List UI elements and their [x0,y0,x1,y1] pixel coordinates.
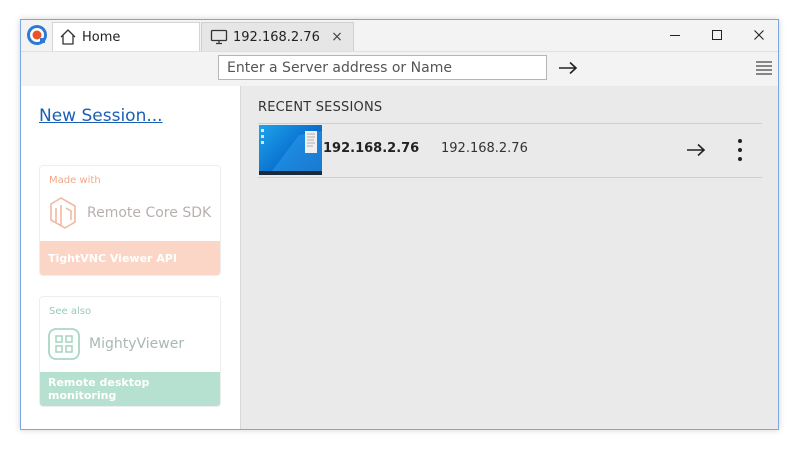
more-options-icon[interactable] [731,137,749,163]
promo-brand: MightyViewer [47,327,184,361]
promo-caption: See also [49,306,92,317]
tab-home[interactable]: Home [52,22,200,51]
promo-brand: Remote Core SDK [47,196,211,230]
promo-footer: Remote desktop monitoring [40,372,220,406]
minimize-button[interactable] [654,20,696,50]
promo-footer: TightVNC Viewer API [40,241,220,275]
minimize-icon [670,35,680,36]
dot [738,139,742,143]
app-window: Home 192.168.2.76 × Enter a Server addre… [20,19,779,430]
remote-core-sdk-logo-icon [50,197,76,229]
section-title: RECENT SESSIONS [258,100,383,115]
desktop-thumbnail-image [259,129,322,175]
home-icon [60,29,76,45]
maximize-button[interactable] [696,20,738,50]
close-window-button[interactable] [738,20,780,50]
dot [738,148,742,152]
promo-mightyviewer[interactable]: See also MightyViewer Remote desktop mon… [39,296,221,407]
title-bar: Home 192.168.2.76 × [21,20,778,51]
promo-brand-name: Remote Core SDK [87,205,212,221]
tab-close-icon[interactable]: × [327,27,347,47]
monitor-icon [210,29,228,45]
promo-remote-core-sdk[interactable]: Made with Remote Core SDK TightVNC Viewe… [39,165,221,276]
session-row[interactable]: 192.168.2.76 192.168.2.76 [258,123,762,178]
tab-remote-session[interactable]: 192.168.2.76 × [201,22,354,51]
session-address: 192.168.2.76 [441,141,528,156]
server-address-input[interactable] [218,55,547,80]
promo-caption: Made with [49,175,101,186]
dot [738,157,742,161]
close-icon [754,30,764,40]
tab-remote-label: 192.168.2.76 [233,29,320,45]
recent-sessions-panel: RECENT SESSIONS 192.168.2.76 192.168.2.7… [241,86,778,429]
maximize-icon [712,30,722,40]
arrow-right-icon [559,61,578,75]
address-toolbar [21,51,778,87]
hamburger-menu-icon[interactable] [754,58,774,78]
promo-brand-name: MightyViewer [89,336,185,352]
session-name: 192.168.2.76 [323,141,420,156]
sidebar: New Session... Made with Remote Core SDK… [21,86,241,429]
tab-home-label: Home [82,29,121,45]
desktop-thumbnail[interactable] [259,125,322,175]
new-session-link[interactable]: New Session... [39,106,163,126]
go-button[interactable] [555,57,581,79]
mightyviewer-logo-icon [48,328,80,360]
app-logo-icon [27,25,47,45]
connect-button[interactable] [683,139,709,161]
arrow-right-icon [687,143,706,157]
